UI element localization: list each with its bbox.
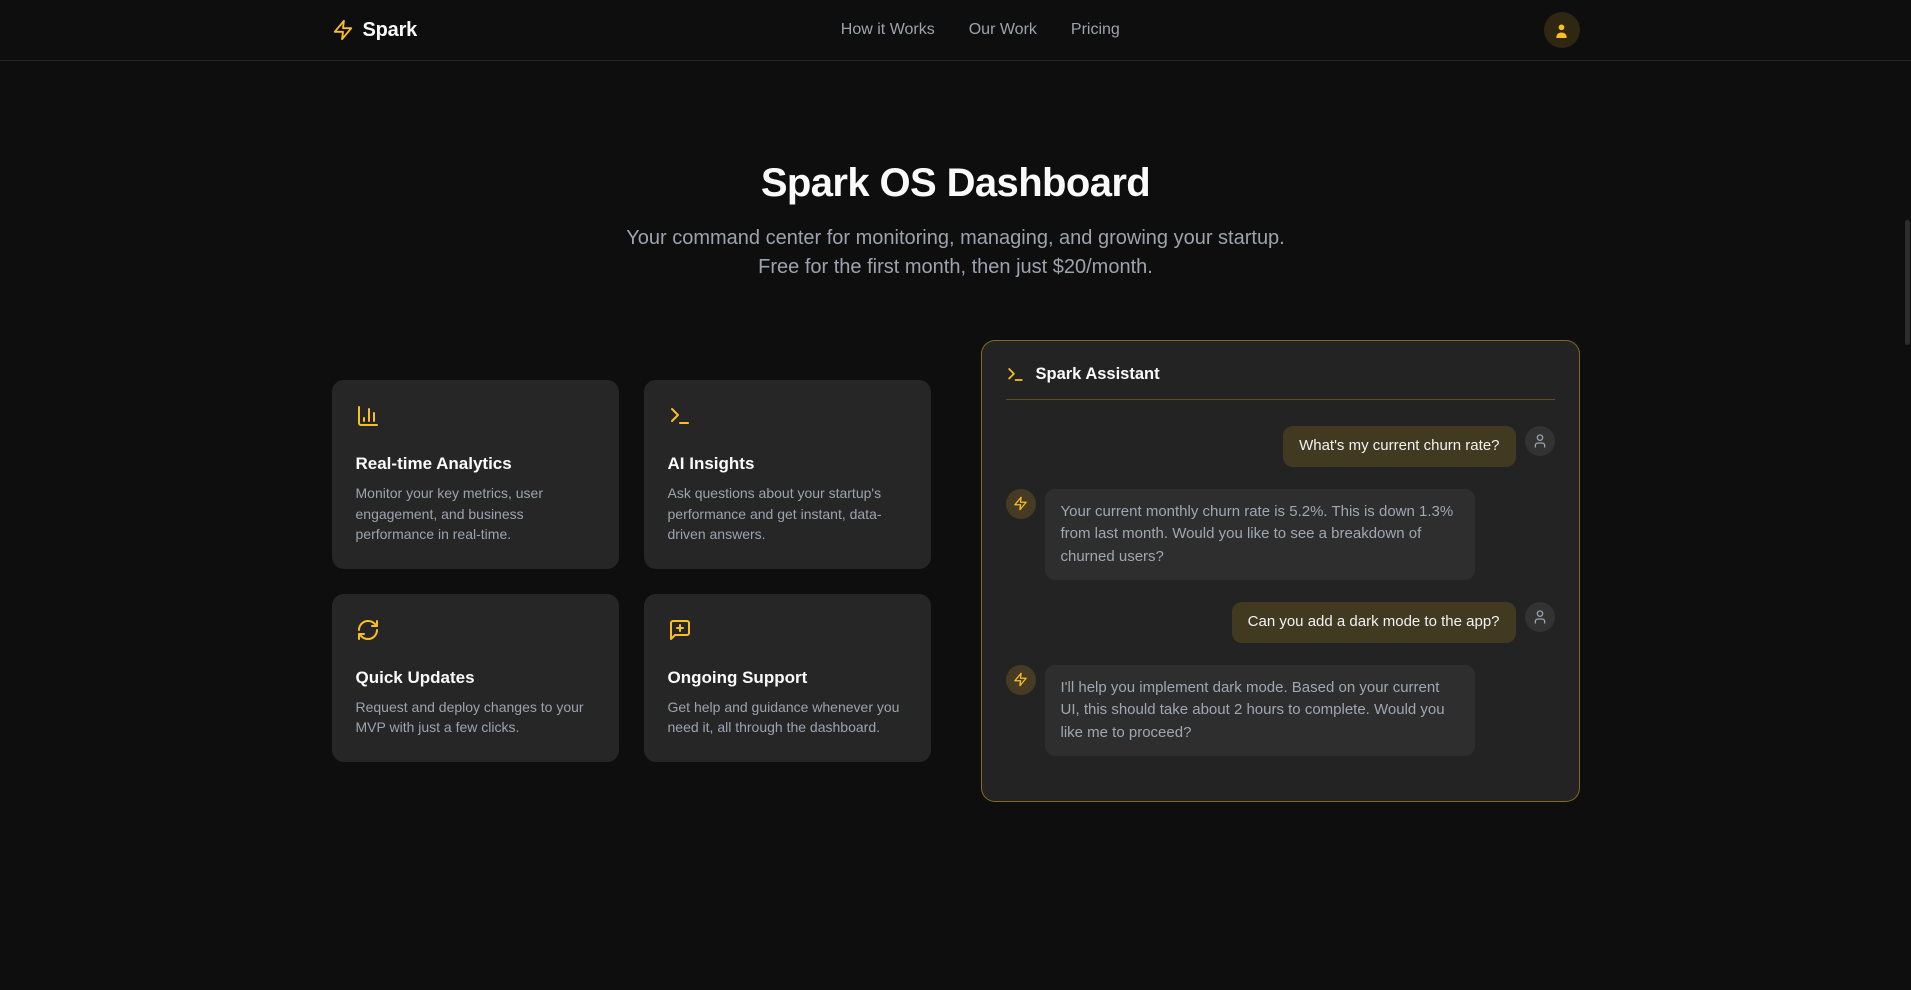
- terminal-icon: [1006, 365, 1025, 384]
- nav-link-how-it-works[interactable]: How it Works: [841, 21, 935, 39]
- zap-icon: [1013, 672, 1028, 687]
- feature-card-ai-insights: AI Insights Ask questions about your sta…: [644, 380, 931, 569]
- feature-title: Real-time Analytics: [356, 454, 595, 474]
- page-title: Spark OS Dashboard: [0, 161, 1911, 205]
- nav-link-our-work[interactable]: Our Work: [969, 21, 1037, 39]
- feature-title: AI Insights: [668, 454, 907, 474]
- feature-grid: Real-time Analytics Monitor your key met…: [332, 380, 931, 762]
- terminal-icon: [668, 404, 907, 428]
- message-square-plus-icon: [668, 618, 907, 642]
- assistant-message-bubble: I'll help you implement dark mode. Based…: [1045, 665, 1475, 757]
- page-subtitle: Your command center for monitoring, mana…: [611, 224, 1301, 282]
- brand-logo[interactable]: Spark: [332, 19, 418, 42]
- assistant-message-bubble: Your current monthly churn rate is 5.2%.…: [1045, 489, 1475, 581]
- feature-title: Quick Updates: [356, 668, 595, 688]
- top-nav: Spark How it Works Our Work Pricing: [0, 0, 1911, 61]
- feature-title: Ongoing Support: [668, 668, 907, 688]
- chat-message-user: What's my current churn rate?: [1006, 426, 1555, 467]
- user-icon: [1532, 433, 1548, 449]
- chat-message-assistant: I'll help you implement dark mode. Based…: [1006, 665, 1555, 757]
- user-filled-icon: [1552, 21, 1571, 40]
- chart-column-icon: [356, 404, 595, 428]
- scrollbar-thumb[interactable]: [1905, 220, 1910, 345]
- assistant-avatar: [1006, 665, 1036, 695]
- feature-description: Monitor your key metrics, user engagemen…: [356, 483, 595, 545]
- zap-icon: [332, 19, 354, 41]
- user-icon: [1532, 609, 1548, 625]
- chat-message-user: Can you add a dark mode to the app?: [1006, 602, 1555, 643]
- hero-section: Spark OS Dashboard Your command center f…: [0, 61, 1911, 282]
- nav-links: How it Works Our Work Pricing: [841, 21, 1120, 39]
- chat-messages: What's my current churn rate? Your curre…: [1006, 426, 1555, 756]
- feature-description: Request and deploy changes to your MVP w…: [356, 697, 595, 738]
- zap-icon: [1013, 496, 1028, 511]
- feature-card-real-time-analytics: Real-time Analytics Monitor your key met…: [332, 380, 619, 569]
- feature-card-quick-updates: Quick Updates Request and deploy changes…: [332, 594, 619, 762]
- chat-message-assistant: Your current monthly churn rate is 5.2%.…: [1006, 489, 1555, 581]
- refresh-icon: [356, 618, 595, 642]
- user-avatar: [1525, 426, 1555, 456]
- user-message-bubble: Can you add a dark mode to the app?: [1232, 602, 1516, 643]
- brand-name: Spark: [363, 19, 418, 42]
- feature-description: Get help and guidance whenever you need …: [668, 697, 907, 738]
- spark-assistant-panel: Spark Assistant What's my current churn …: [981, 340, 1580, 802]
- assistant-avatar: [1006, 489, 1036, 519]
- main-content: Real-time Analytics Monitor your key met…: [332, 340, 1580, 802]
- assistant-panel-title: Spark Assistant: [1036, 365, 1160, 384]
- user-message-bubble: What's my current churn rate?: [1283, 426, 1515, 467]
- feature-description: Ask questions about your startup's perfo…: [668, 483, 907, 545]
- user-avatar: [1525, 602, 1555, 632]
- nav-link-pricing[interactable]: Pricing: [1071, 21, 1120, 39]
- account-avatar-button[interactable]: [1544, 12, 1580, 48]
- feature-card-ongoing-support: Ongoing Support Get help and guidance wh…: [644, 594, 931, 762]
- assistant-panel-header: Spark Assistant: [1006, 365, 1555, 400]
